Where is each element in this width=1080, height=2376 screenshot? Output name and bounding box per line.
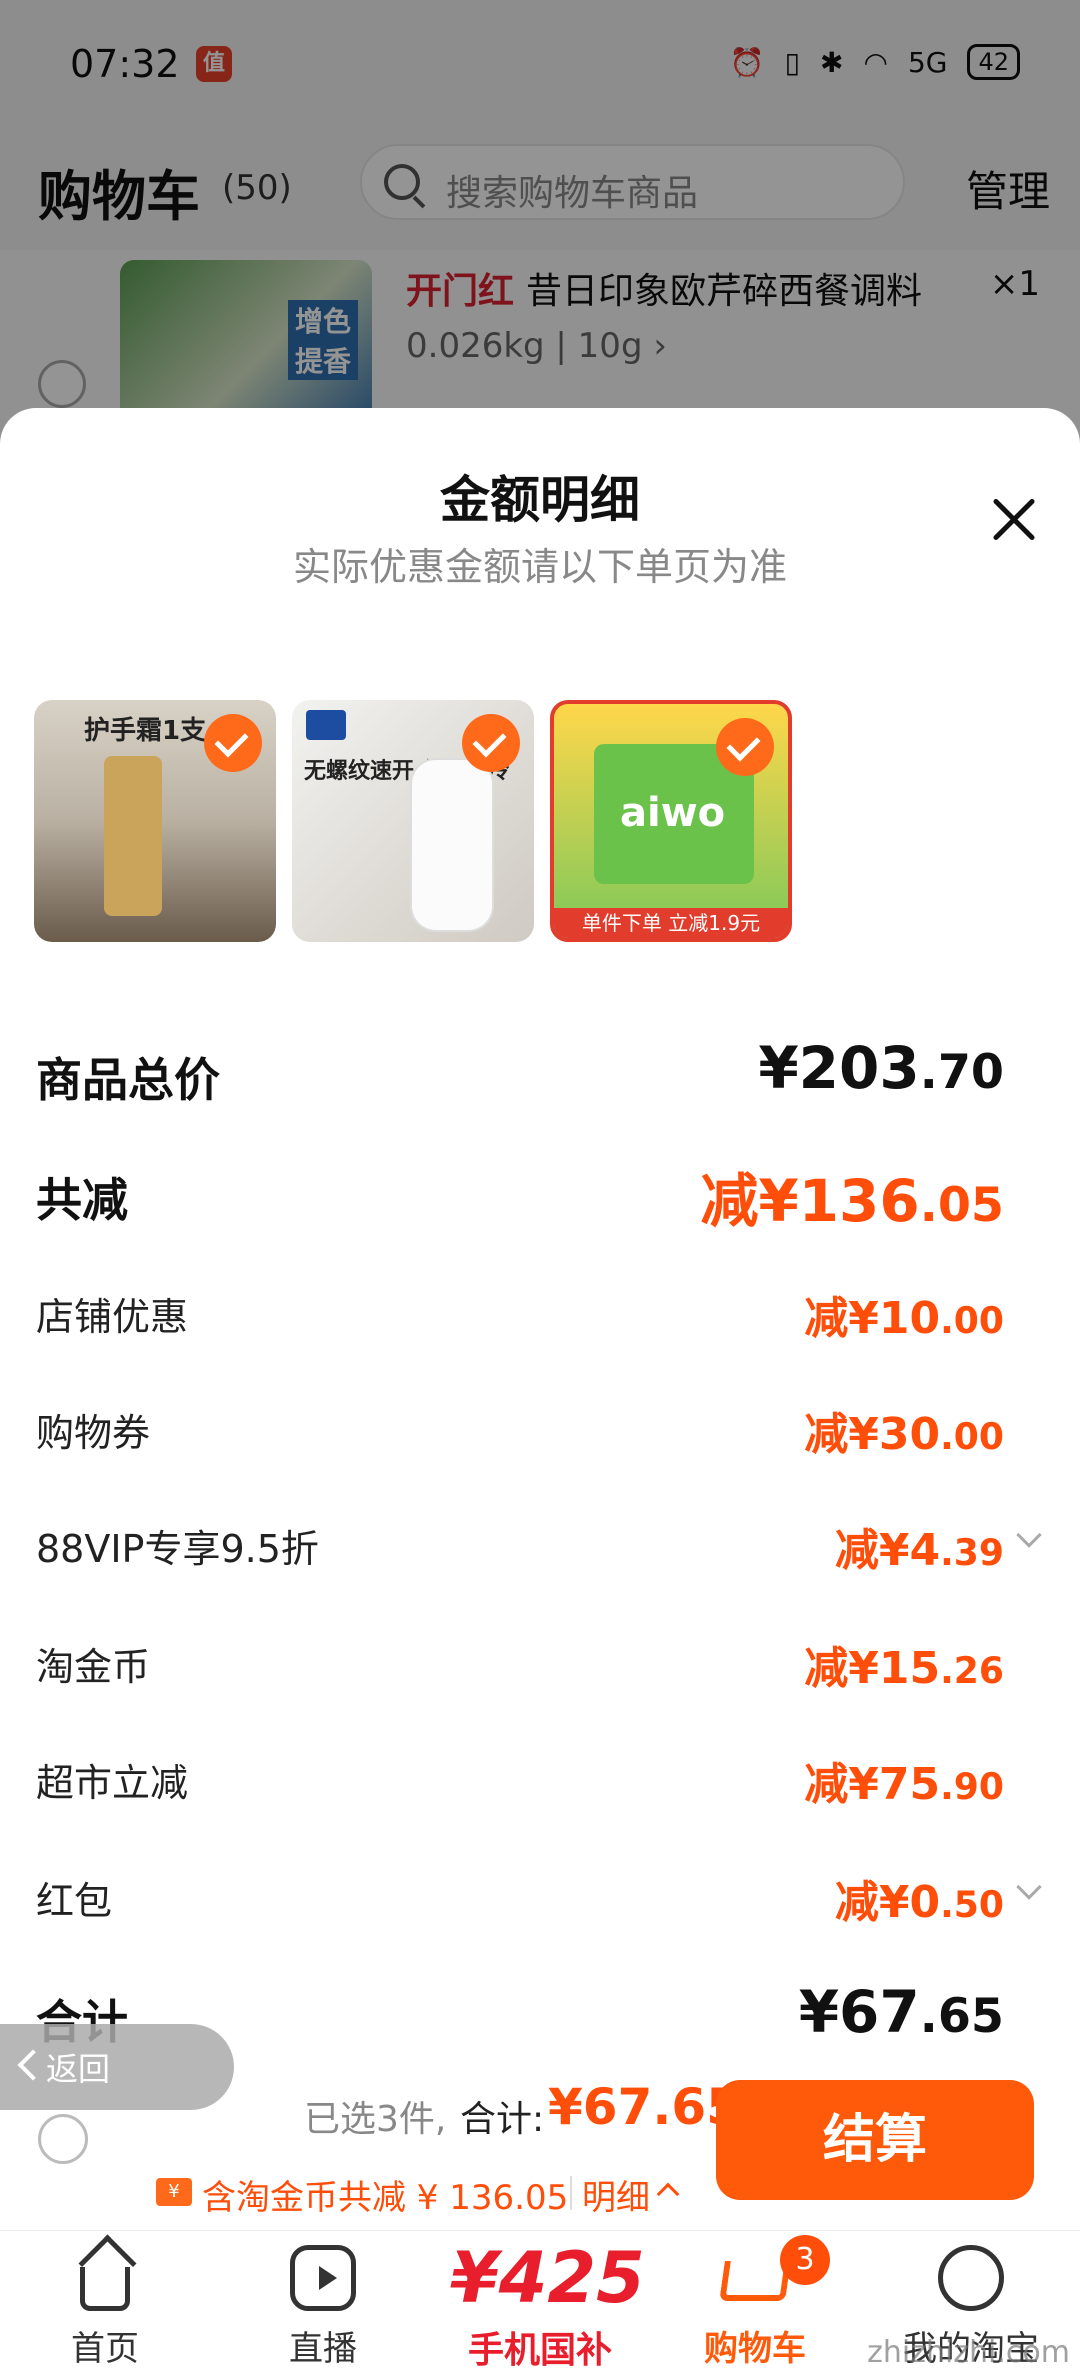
discount-summary: 含淘金币共减 ¥ 136.05 bbox=[202, 2178, 569, 2218]
chevron-up-icon[interactable] bbox=[656, 2182, 680, 2206]
detail-toggle[interactable]: 明细 bbox=[582, 2170, 650, 2219]
row-total-reduce: 共减 减¥136.05 bbox=[36, 1160, 1004, 1235]
check-icon bbox=[462, 714, 520, 772]
watermark: zhizhizhi.com bbox=[867, 2335, 1070, 2370]
sheet-subtitle: 实际优惠金额请以下单页为准 bbox=[292, 545, 787, 589]
tab-live[interactable]: 直播 bbox=[248, 2231, 398, 2376]
total-label: 合计: bbox=[460, 2099, 545, 2140]
row-coupon: 购物券 减¥30.00 bbox=[36, 1409, 1004, 1460]
close-icon[interactable] bbox=[986, 494, 1036, 544]
play-icon bbox=[290, 2245, 356, 2311]
divider bbox=[570, 2176, 572, 2210]
subtotal-amount: ¥203.70 bbox=[758, 1034, 1004, 1102]
sheet-title: 金额明细 bbox=[440, 471, 640, 529]
coupon-icon: ¥ bbox=[156, 2178, 192, 2206]
tab-cart[interactable]: 3 购物车 bbox=[680, 2231, 830, 2376]
chevron-left-icon bbox=[17, 2049, 49, 2081]
check-icon bbox=[716, 718, 774, 776]
checkout-button[interactable]: 结算 bbox=[716, 2080, 1034, 2200]
total-amount: ¥67.65 bbox=[798, 1978, 1004, 2046]
total-price: ¥67.65 bbox=[548, 2078, 741, 2136]
selected-item-thumbnail[interactable]: aiwo 单件下单 立减1.9元 bbox=[550, 700, 792, 942]
row-subtotal: 商品总价 ¥203.70 bbox=[36, 1034, 1004, 1107]
total-reduce-amount: 减¥136.05 bbox=[700, 1167, 1004, 1235]
tab-home[interactable]: 首页 bbox=[30, 2231, 180, 2376]
row-shop-discount: 店铺优惠 减¥10.00 bbox=[36, 1293, 1004, 1344]
promo-tag: 单件下单 立减1.9元 bbox=[554, 908, 788, 938]
tab-promo[interactable]: ¥425 手机国补 bbox=[450, 2231, 645, 2376]
chevron-down-icon[interactable] bbox=[1016, 1522, 1042, 1548]
selected-item-thumbnail[interactable]: 无螺纹速开 保温锁冷 bbox=[292, 700, 534, 942]
brand-logo bbox=[306, 710, 346, 740]
selected-items: 护手霜1支 无螺纹速开 保温锁冷 aiwo 单件下单 立减1.9元 bbox=[34, 700, 792, 942]
selected-item-thumbnail[interactable]: 护手霜1支 bbox=[34, 700, 276, 942]
profile-icon bbox=[938, 2245, 1004, 2311]
chevron-down-icon[interactable] bbox=[1016, 1874, 1042, 1900]
row-market-discount: 超市立减 减¥75.90 bbox=[36, 1759, 1004, 1810]
row-red-packet[interactable]: 红包 减¥0.50 bbox=[36, 1864, 1042, 1928]
row-taojinbi: 淘金币 减¥15.26 bbox=[36, 1643, 1004, 1694]
tab-bar: 首页 直播 ¥425 手机国补 3 购物车 我的淘宝 zhizhizhi.com bbox=[0, 2230, 1080, 2376]
selected-count: 已选3件, bbox=[304, 2099, 447, 2140]
cart-badge: 3 bbox=[780, 2235, 830, 2285]
amount-detail-sheet: 金额明细 实际优惠金额请以下单页为准 护手霜1支 无螺纹速开 保温锁冷 aiwo… bbox=[0, 408, 1080, 2238]
row-88vip[interactable]: 88VIP专享9.5折 减¥4.39 bbox=[36, 1512, 1042, 1576]
product-image bbox=[412, 760, 492, 930]
product-image bbox=[104, 756, 162, 916]
promo-amount: ¥425 bbox=[450, 2237, 645, 2319]
select-all-checkbox[interactable] bbox=[38, 2114, 88, 2164]
back-button[interactable]: 返回 bbox=[0, 2024, 234, 2110]
check-icon bbox=[204, 714, 262, 772]
home-icon bbox=[80, 2267, 130, 2311]
